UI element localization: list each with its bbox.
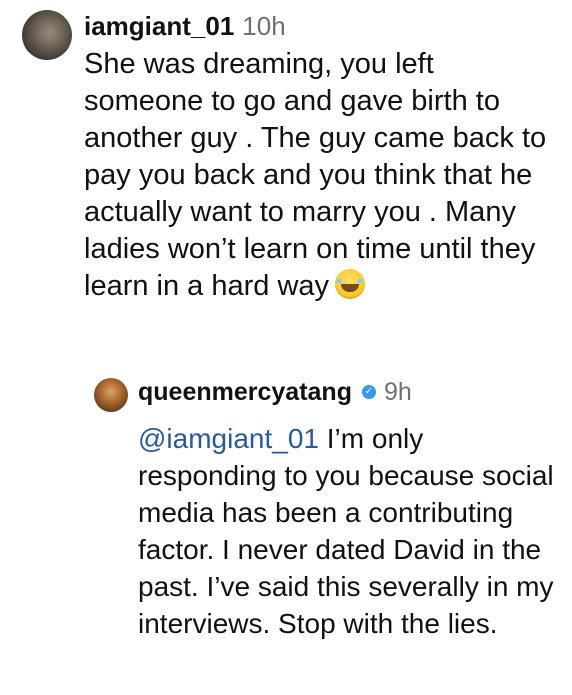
username[interactable]: iamgiant_01 bbox=[84, 11, 234, 42]
mention-link[interactable]: @iamgiant_01 bbox=[138, 423, 319, 454]
comment-meta: iamgiant_01 10h bbox=[84, 8, 554, 44]
avatar[interactable] bbox=[22, 10, 72, 60]
comment-text-content: She was dreaming, you left someone to go… bbox=[84, 48, 547, 302]
reply-meta: queenmercyatang ✓ 9h bbox=[138, 372, 562, 412]
timestamp: 10h bbox=[242, 10, 286, 41]
username[interactable]: queenmercyatang bbox=[138, 378, 352, 407]
reply-text: @iamgiant_01 I’m only responding to you … bbox=[138, 420, 562, 642]
reply-text-content: I’m only responding to you because socia… bbox=[138, 423, 554, 639]
avatar[interactable] bbox=[94, 378, 128, 412]
laughing-crying-emoji-icon bbox=[335, 269, 366, 299]
reply-queenmercyatang: queenmercyatang ✓ 9h @iamgiant_01 I’m on… bbox=[94, 372, 564, 642]
comment-text: She was dreaming, you left someone to go… bbox=[84, 46, 554, 305]
comment-iamgiant: iamgiant_01 10h She was dreaming, you le… bbox=[22, 8, 562, 305]
verified-badge-icon: ✓ bbox=[361, 385, 376, 399]
timestamp: 9h bbox=[383, 377, 412, 406]
reply-body: queenmercyatang ✓ 9h @iamgiant_01 I’m on… bbox=[138, 372, 562, 642]
comment-body: iamgiant_01 10h She was dreaming, you le… bbox=[84, 8, 554, 305]
